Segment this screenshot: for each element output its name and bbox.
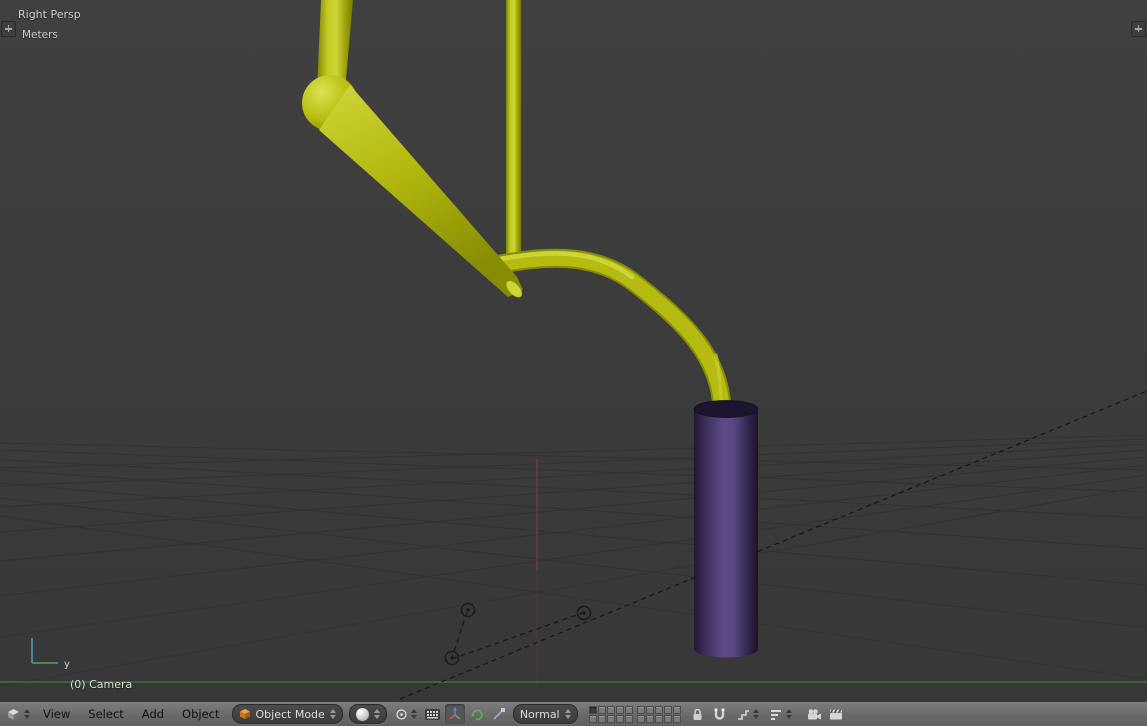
layer-button[interactable] [663, 705, 672, 714]
opengl-render-anim-button[interactable] [826, 704, 846, 724]
snap-target-dropdown[interactable] [766, 704, 795, 724]
layer-button[interactable] [654, 705, 663, 714]
layer-button[interactable] [645, 714, 654, 723]
cylinder-body[interactable] [694, 409, 758, 658]
shading-sphere-icon [355, 707, 369, 721]
menu-object[interactable]: Object [173, 705, 228, 723]
viewport-header: View Select Add Object Object Mode Norma… [0, 701, 1147, 726]
menu-view[interactable]: View [34, 705, 79, 723]
menu-add[interactable]: Add [133, 705, 173, 723]
plus-icon [1135, 25, 1142, 32]
layer-button[interactable] [672, 705, 681, 714]
viewport-background [0, 0, 1147, 701]
layer-button[interactable] [606, 705, 615, 714]
active-object-label: (0) Camera [70, 678, 133, 691]
y-axis-gizmo-label: y [64, 659, 70, 670]
layer-button[interactable] [597, 714, 606, 723]
translate-manipulator-button[interactable] [444, 704, 465, 724]
dropdown-arrows-icon [373, 709, 380, 719]
layer-button[interactable] [588, 714, 597, 723]
empty-center-dot [582, 611, 586, 615]
layer-button[interactable] [672, 714, 681, 723]
layer-button[interactable] [615, 705, 624, 714]
scale-manipulator-button[interactable] [489, 704, 509, 724]
layer-button[interactable] [663, 714, 672, 723]
pivot-center-dropdown[interactable] [392, 704, 420, 724]
camera-icon [807, 708, 821, 719]
grid-unit-label: Meters [22, 29, 58, 41]
snap-target-icon [770, 709, 781, 720]
orientation-dropdown-label: Normal [519, 707, 560, 721]
layer-button[interactable] [606, 714, 615, 723]
rotate-manipulator-icon [471, 709, 483, 721]
manipulator-toggle-button[interactable] [423, 704, 443, 724]
mode-dropdown-label: Object Mode [255, 707, 325, 721]
layer-button[interactable] [615, 714, 624, 723]
scale-manipulator-icon [493, 708, 505, 720]
snap-toggle-button[interactable] [710, 704, 730, 724]
orientation-dropdown[interactable]: Normal [512, 704, 578, 724]
translate-manipulator-icon [449, 707, 461, 720]
menu-select[interactable]: Select [79, 705, 132, 723]
manipulator-grid-icon [425, 708, 441, 720]
toolshelf-expand-tab[interactable] [1, 21, 16, 37]
plus-icon [5, 25, 12, 32]
dropdown-arrows-icon [785, 709, 792, 719]
viewport-scene [0, 0, 1147, 701]
dropdown-arrows-icon [564, 709, 571, 719]
layer-group [588, 705, 633, 723]
properties-expand-tab[interactable] [1131, 21, 1146, 37]
vertical-thin-tube[interactable] [506, 0, 521, 264]
layer-button[interactable] [645, 705, 654, 714]
view-name-label: Right Persp [18, 8, 81, 21]
clapper-icon [829, 709, 842, 720]
layer-button[interactable] [624, 705, 633, 714]
layer-button[interactable] [597, 705, 606, 714]
shading-dropdown[interactable] [348, 704, 387, 724]
dropdown-arrows-icon [410, 709, 417, 719]
3d-viewport[interactable]: Right Persp Meters (0) Camera y [0, 0, 1147, 701]
rotate-manipulator-button[interactable] [467, 704, 487, 724]
mini-axis-gizmo: y [31, 638, 70, 670]
snap-element-icon [737, 709, 749, 720]
purple-cylinder-object[interactable] [693, 400, 759, 658]
editor-type-selector[interactable] [4, 704, 34, 724]
empty-center-dot [450, 656, 454, 660]
layer-button[interactable] [636, 714, 645, 723]
layer-button[interactable] [588, 705, 597, 714]
dropdown-arrows-icon [24, 709, 30, 719]
lock-button[interactable] [688, 704, 708, 724]
snap-element-dropdown[interactable] [733, 704, 762, 724]
layer-button[interactable] [636, 705, 645, 714]
lock-icon [693, 708, 702, 720]
empty-center-dot [466, 608, 470, 612]
blender-window: Right Persp Meters (0) Camera y View Sel… [0, 0, 1147, 726]
pivot-point-icon [396, 708, 407, 720]
magnet-icon [714, 708, 725, 720]
editor-3d-view-icon [8, 708, 19, 720]
layer-group [636, 705, 681, 723]
dropdown-arrows-icon [329, 709, 336, 719]
layer-button[interactable] [654, 714, 663, 723]
object-mode-cube-icon [239, 709, 250, 719]
opengl-render-button[interactable] [804, 704, 824, 724]
cylinder-top-face [693, 400, 759, 418]
layers-widget[interactable] [588, 705, 681, 723]
dropdown-arrows-icon [752, 709, 759, 719]
mode-dropdown[interactable]: Object Mode [231, 704, 343, 724]
layer-button[interactable] [624, 714, 633, 723]
